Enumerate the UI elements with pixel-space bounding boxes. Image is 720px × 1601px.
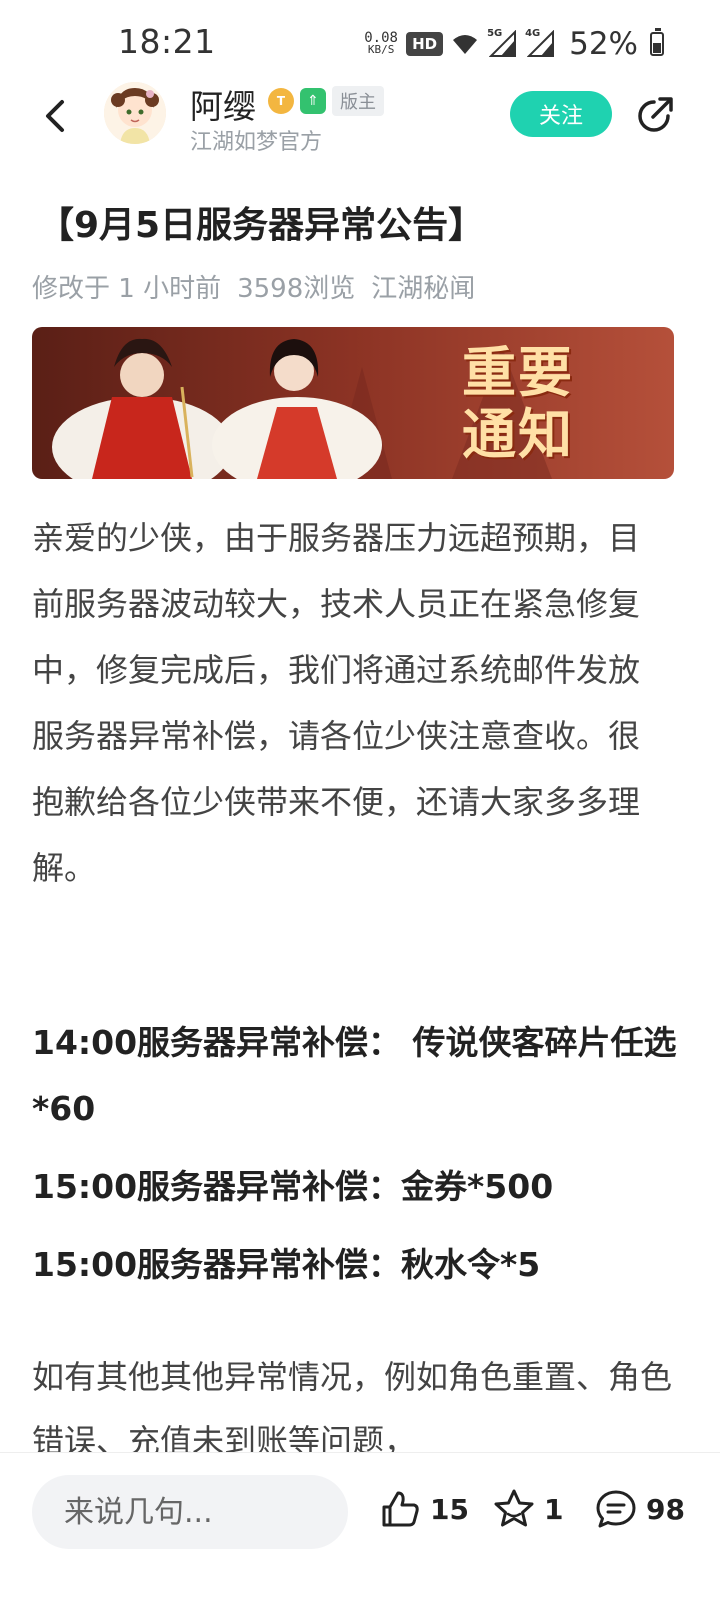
thumbs-up-icon: [382, 1491, 419, 1527]
post-view-count: 3598浏览: [237, 274, 356, 304]
network-speed-unit: KB/S: [367, 43, 395, 56]
verified-up-icon: ⇑: [300, 88, 326, 114]
bottom-action-bar: 15 1 98: [0, 1452, 720, 1601]
comment-bubble-icon: [596, 1490, 636, 1528]
author-badges: T ⇑ 版主: [268, 86, 384, 116]
author-subtitle: 江湖如梦官方: [190, 130, 323, 155]
comment-count: 98: [646, 1492, 685, 1526]
post-banner-image[interactable]: 重要 通知: [32, 327, 674, 479]
status-bar: 18:21 0.08 KB/S HD 5G 4G 52%: [0, 0, 720, 82]
like-count: 15: [430, 1492, 469, 1526]
compensation-item: 14:00服务器异常补偿： 传说侠客碎片任选*60: [32, 1023, 677, 1128]
moderator-badge: 版主: [332, 86, 384, 116]
banner-heading-line1: 重要: [462, 340, 574, 404]
status-time: 18:21: [118, 22, 216, 61]
comment-button[interactable]: 98: [594, 1487, 685, 1531]
back-arrow-icon[interactable]: [36, 96, 76, 136]
signal-5g-icon: 5G: [487, 28, 517, 58]
avatar-illustration: [104, 82, 166, 144]
status-icons: 0.08 KB/S HD 5G 4G 52%: [364, 26, 664, 62]
hd-icon: HD: [406, 32, 444, 56]
like-button[interactable]: 15: [378, 1487, 469, 1531]
compensation-item: 15:00服务器异常补偿：金券*500: [32, 1167, 554, 1206]
compensation-list: 14:00服务器异常补偿： 传说侠客碎片任选*60 15:00服务器异常补偿：金…: [32, 1010, 682, 1310]
battery-fill: [653, 42, 661, 53]
post-title: 【9月5日服务器异常公告】: [38, 205, 485, 246]
signal-4g-icon: 4G: [525, 28, 555, 58]
post-section[interactable]: 江湖秘闻: [371, 268, 475, 305]
banner-heading: 重要 通知: [462, 341, 574, 465]
network-speed: 0.08 KB/S: [364, 31, 398, 56]
post-header: 阿缨 T ⇑ 版主 江湖如梦官方 关注: [0, 80, 720, 160]
favorite-button[interactable]: 1: [492, 1487, 563, 1531]
star-icon: [494, 1489, 534, 1527]
author-name[interactable]: 阿缨: [190, 80, 256, 128]
wifi-icon: [453, 35, 478, 54]
battery-percent: 52%: [569, 26, 638, 62]
follow-button[interactable]: 关注: [510, 91, 612, 137]
post-meta: 修改于 1 小时前 3598浏览 江湖秘闻: [32, 268, 475, 305]
share-icon[interactable]: [634, 94, 676, 136]
favorite-count: 1: [544, 1492, 564, 1526]
level-badge-icon: T: [268, 88, 294, 114]
post-body-paragraph-2: 如有其他其他异常情况，例如角色重置、角色错误、充值未到账等问题，: [32, 1358, 672, 1453]
comment-input[interactable]: [32, 1475, 348, 1549]
post-body-paragraph: 亲爱的少侠，由于服务器压力远超预期，目前服务器波动较大，技术人员正在紧急修复中，…: [32, 519, 641, 887]
avatar[interactable]: [104, 82, 166, 144]
battery-icon: [650, 28, 664, 56]
banner-illustration: [32, 327, 674, 479]
compensation-item: 15:00服务器异常补偿：秋水令*5: [32, 1245, 541, 1284]
banner-heading-line2: 通知: [462, 402, 574, 466]
post-modified-time: 修改于 1 小时前: [32, 274, 222, 304]
